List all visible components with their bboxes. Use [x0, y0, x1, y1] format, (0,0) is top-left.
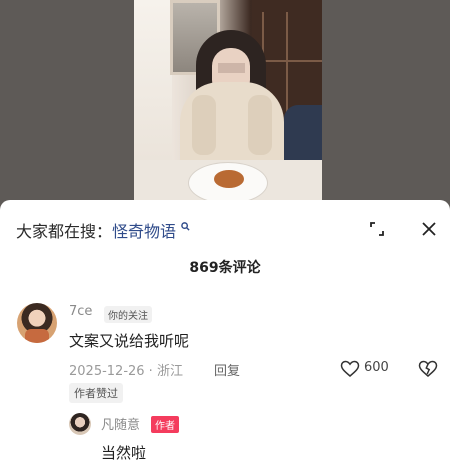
avatar[interactable]	[17, 303, 57, 343]
reply-button[interactable]: 回复	[214, 360, 240, 379]
video-frame[interactable]	[134, 0, 322, 205]
video-person-arm-left	[192, 95, 216, 155]
comment-sheet: 大家都在搜：怪奇物语 869条评论 7ce 你的关注 文案又说给我听呢 2025…	[0, 200, 450, 472]
video-blur-mask	[218, 63, 245, 73]
video-background[interactable]	[0, 0, 450, 205]
avatar-figure	[25, 329, 49, 343]
broken-heart-icon[interactable]	[418, 360, 438, 378]
comment-username[interactable]: 7ce	[69, 304, 92, 319]
heart-icon[interactable]	[340, 360, 360, 378]
author-liked-badge: 作者赞过	[69, 383, 123, 403]
comment-date-location: 2025-12-26 · 浙江	[69, 364, 183, 379]
reply-username[interactable]: 凡随意	[101, 414, 140, 433]
avatar[interactable]	[69, 413, 91, 435]
following-badge: 你的关注	[104, 306, 152, 323]
search-term-link[interactable]: 怪奇物语	[112, 222, 176, 241]
comment-count-title: 869条评论	[189, 260, 261, 276]
like-count: 600	[364, 360, 389, 375]
video-person-arm-right	[248, 95, 272, 155]
search-icon[interactable]	[177, 221, 190, 234]
author-badge: 作者	[151, 416, 179, 433]
video-food	[214, 170, 244, 188]
close-icon[interactable]	[418, 218, 440, 240]
reply-text: 当然啦	[101, 444, 147, 462]
search-prefix-label: 大家都在搜：	[16, 222, 113, 241]
comment-text: 文案又说给我听呢	[69, 332, 190, 350]
expand-icon[interactable]	[366, 218, 388, 240]
search-suggestion[interactable]: 大家都在搜：怪奇物语	[16, 218, 190, 242]
